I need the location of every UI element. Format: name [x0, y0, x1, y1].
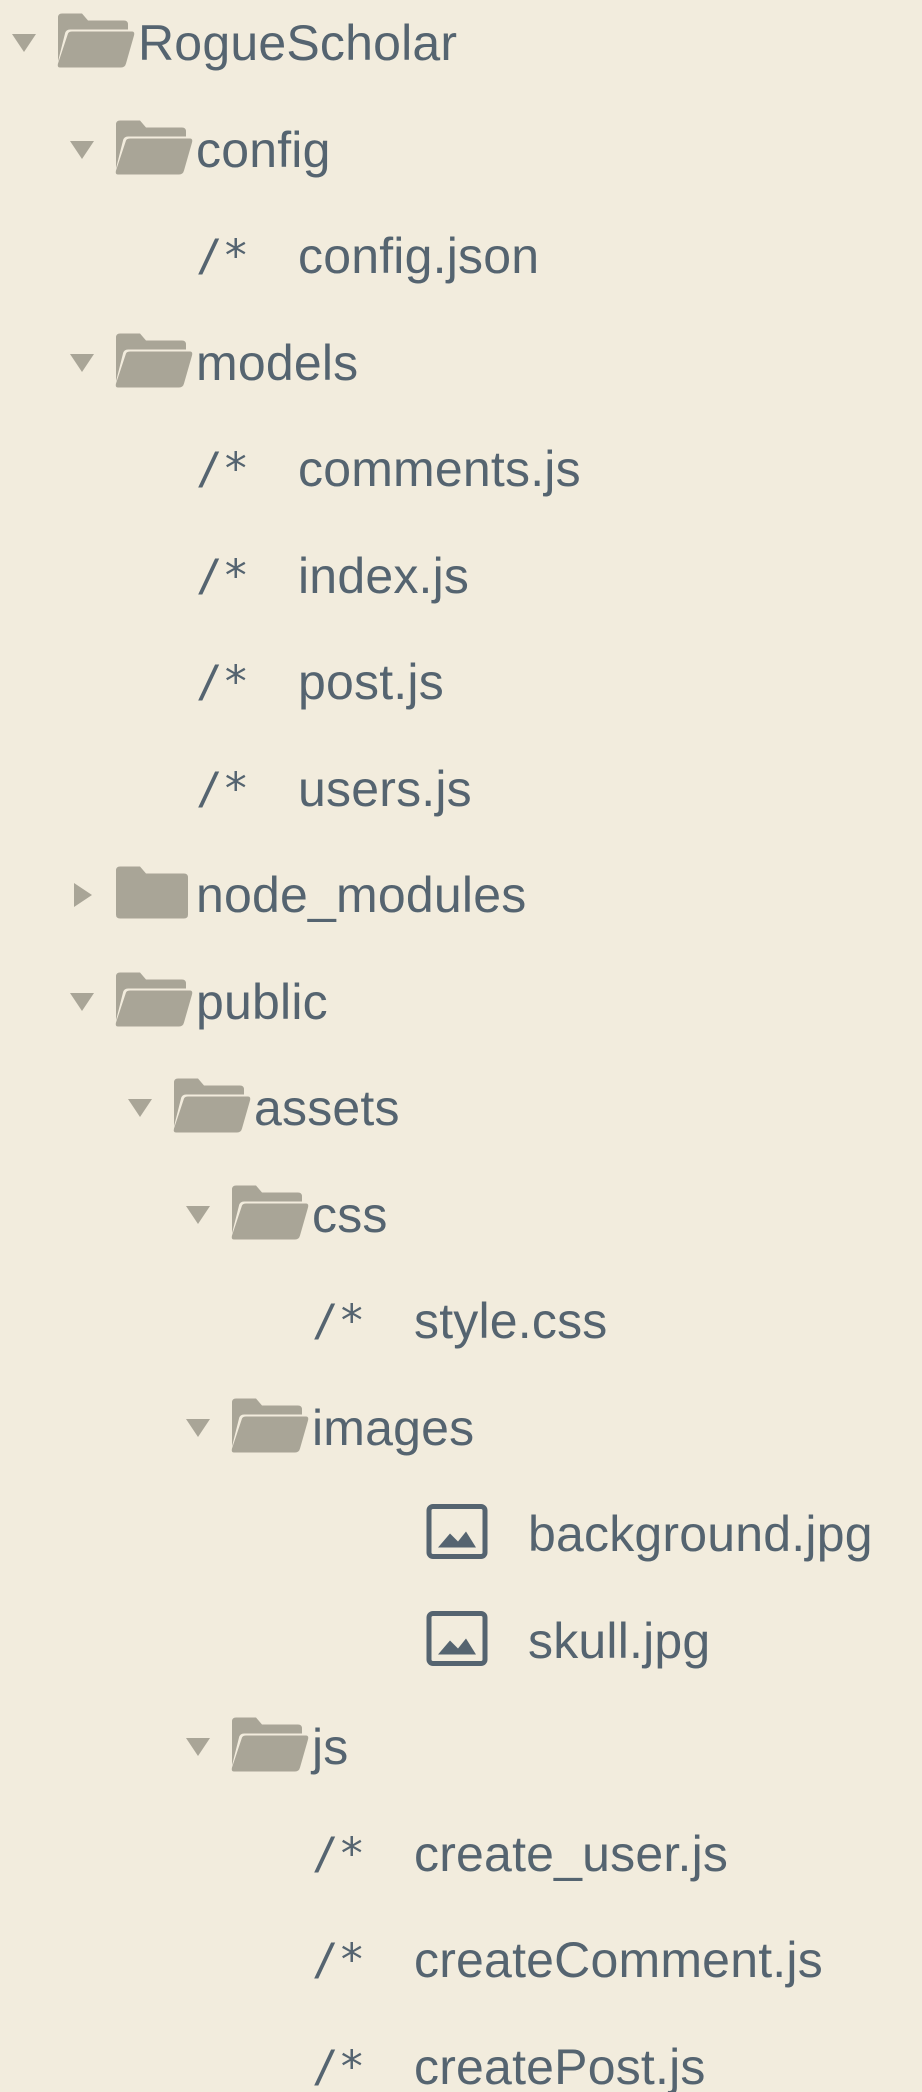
- file-name: index.js: [298, 547, 470, 604]
- code-file-icon: /*: [196, 230, 249, 282]
- tree-file-createComment.js[interactable]: /* createComment.js: [0, 1907, 922, 2013]
- folder-closed-icon: [114, 865, 190, 926]
- file-name: createPost.js: [414, 2038, 706, 2092]
- tree-file-style.css[interactable]: /* style.css: [0, 1268, 922, 1374]
- tree-file-background.jpg[interactable]: background.jpg: [0, 1481, 922, 1587]
- disclosure-expanded-icon[interactable]: [186, 1205, 210, 1224]
- file-name: comments.js: [298, 441, 581, 497]
- tree-folder-public[interactable]: public: [0, 949, 922, 1055]
- tree-folder-css[interactable]: css: [0, 1162, 922, 1268]
- folder-open-icon: [114, 970, 194, 1033]
- tree-folder-assets[interactable]: assets: [0, 1055, 922, 1161]
- folder-name: public: [196, 973, 328, 1030]
- tree-folder-config[interactable]: config: [0, 97, 922, 203]
- folder-open-icon: [56, 12, 136, 75]
- tree-file-config.json[interactable]: /* config.json: [0, 203, 922, 309]
- file-name: background.jpg: [528, 1506, 873, 1562]
- tree-file-users.js[interactable]: /* users.js: [0, 736, 922, 842]
- folder-name: config: [196, 121, 331, 178]
- tree-folder-models[interactable]: models: [0, 310, 922, 416]
- tree-file-skull.jpg[interactable]: skull.jpg: [0, 1588, 922, 1694]
- tree-folder-images[interactable]: images: [0, 1375, 922, 1481]
- disclosure-expanded-icon[interactable]: [186, 1738, 210, 1756]
- folder-name: images: [312, 1399, 475, 1456]
- image-file-icon: [426, 1610, 488, 1671]
- folder-open-icon: [230, 1396, 310, 1459]
- file-name: createComment.js: [414, 1932, 823, 1988]
- file-name: post.js: [298, 654, 444, 710]
- folder-name: models: [196, 334, 359, 391]
- file-name: users.js: [298, 760, 472, 817]
- code-file-icon: /*: [196, 656, 249, 708]
- folder-open-icon: [172, 1077, 252, 1140]
- file-name: config.json: [298, 228, 540, 284]
- file-name: skull.jpg: [528, 1612, 711, 1669]
- folder-open-icon: [114, 118, 194, 181]
- folder-name: node_modules: [196, 867, 527, 923]
- disclosure-expanded-icon[interactable]: [70, 992, 94, 1011]
- code-file-icon: /*: [196, 763, 249, 814]
- file-name: create_user.js: [414, 1825, 729, 1882]
- folder-name: js: [312, 1719, 349, 1775]
- tree-folder-js[interactable]: js: [0, 1694, 922, 1800]
- code-file-icon: /*: [312, 2041, 365, 2092]
- tree-file-comments.js[interactable]: /* comments.js: [0, 416, 922, 522]
- code-file-icon: /*: [312, 1295, 365, 1347]
- code-file-icon: /*: [312, 1828, 365, 1879]
- file-tree: RogueScholar config /* config.json models /* c…: [0, 0, 922, 2092]
- disclosure-expanded-icon[interactable]: [12, 34, 36, 52]
- folder-open-icon: [230, 1716, 310, 1779]
- folder-name: css: [312, 1186, 388, 1243]
- folder-name: assets: [254, 1080, 400, 1136]
- code-file-icon: /*: [196, 443, 249, 495]
- image-file-icon: [426, 1504, 488, 1565]
- folder-open-icon: [114, 331, 194, 394]
- folder-open-icon: [230, 1183, 310, 1246]
- disclosure-expanded-icon[interactable]: [70, 353, 94, 372]
- code-file-icon: /*: [196, 550, 249, 601]
- tree-file-index.js[interactable]: /* index.js: [0, 523, 922, 629]
- disclosure-expanded-icon[interactable]: [186, 1418, 210, 1437]
- code-file-icon: /*: [312, 1934, 365, 1986]
- tree-folder-node_modules[interactable]: node_modules: [0, 842, 922, 948]
- tree-file-createPost.js[interactable]: /* createPost.js: [0, 2014, 922, 2092]
- disclosure-expanded-icon[interactable]: [128, 1099, 152, 1117]
- tree-file-create_user.js[interactable]: /* create_user.js: [0, 1801, 922, 1907]
- tree-file-post.js[interactable]: /* post.js: [0, 629, 922, 735]
- file-name: style.css: [414, 1293, 608, 1349]
- tree-folder-RogueScholar[interactable]: RogueScholar: [0, 0, 922, 96]
- folder-name: RogueScholar: [138, 15, 458, 71]
- disclosure-collapsed-icon[interactable]: [74, 883, 92, 907]
- disclosure-expanded-icon[interactable]: [70, 140, 94, 159]
